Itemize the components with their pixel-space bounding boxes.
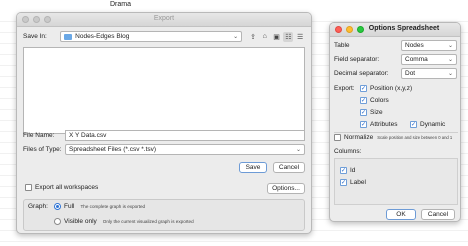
- full-hint: The complete graph is exported: [80, 204, 146, 209]
- ok-button[interactable]: OK: [386, 209, 416, 220]
- attributes-checkbox[interactable]: ✓: [360, 121, 367, 128]
- export-label: Export:: [334, 85, 355, 92]
- table-row: Table Nodes ⌄: [334, 40, 458, 51]
- file-name-row: File Name: X Y Data.csv: [23, 130, 305, 141]
- field-sep-label: Field separator:: [334, 56, 380, 63]
- size-label: Size: [370, 109, 383, 116]
- background-header: Drama: [0, 0, 468, 11]
- save-in-label: Save In:: [23, 33, 47, 40]
- chevron-down-icon: ⌄: [447, 71, 453, 77]
- attributes-label: Attributes: [370, 121, 398, 128]
- chevron-down-icon: ⌄: [447, 57, 453, 63]
- options-title: Options Spreadsheet: [368, 25, 440, 32]
- export-all-checkbox[interactable]: [25, 184, 32, 191]
- graph-group: Graph: Full The complete graph is export…: [23, 199, 305, 231]
- normalize-label: Normalize: [344, 134, 374, 141]
- chevron-down-icon: ⌄: [295, 147, 301, 153]
- list-view-icon[interactable]: ☷: [283, 31, 294, 42]
- export-all-row: Export all workspaces: [25, 184, 98, 191]
- export-title: Export: [153, 15, 175, 22]
- column-item-label: ✓ Label: [340, 179, 366, 186]
- file-name-input[interactable]: X Y Data.csv: [65, 130, 305, 141]
- normalize-checkbox[interactable]: [334, 134, 341, 141]
- column-item-id: ✓ Id: [340, 167, 355, 174]
- col-label-checkbox[interactable]: ✓: [340, 179, 347, 186]
- save-in-value: Nodes-Edges Blog: [75, 33, 130, 40]
- chevron-down-icon: ⌄: [447, 43, 453, 49]
- up-folder-icon[interactable]: ⇪: [248, 32, 258, 42]
- colors-row: ✓ Colors: [360, 97, 389, 104]
- table-value: Nodes: [405, 42, 424, 49]
- details-view-icon[interactable]: ☰: [295, 32, 305, 42]
- col-id-label: Id: [350, 167, 356, 174]
- folder-icon: [64, 33, 73, 40]
- cancel-button[interactable]: Cancel: [273, 162, 305, 173]
- export-titlebar[interactable]: Export: [17, 13, 311, 27]
- file-list[interactable]: [23, 47, 305, 134]
- options-titlebar[interactable]: Options Spreadsheet: [330, 23, 460, 37]
- save-button[interactable]: Save: [239, 162, 267, 173]
- field-sep-select[interactable]: Comma ⌄: [401, 54, 457, 65]
- full-radio[interactable]: [54, 203, 61, 210]
- graph-full-row: Graph: Full The complete graph is export…: [28, 203, 145, 210]
- colors-label: Colors: [370, 97, 389, 104]
- new-folder-icon[interactable]: ▣: [272, 32, 282, 42]
- position-checkbox[interactable]: ✓: [360, 85, 367, 92]
- attributes-row: ✓ Attributes ✓ Dynamic: [360, 121, 445, 128]
- options-cancel-button[interactable]: Cancel: [421, 209, 455, 220]
- columns-header: Columns:: [334, 148, 361, 155]
- decimal-sep-select[interactable]: Dot ⌄: [401, 68, 457, 79]
- full-label: Full: [64, 203, 75, 210]
- columns-list: ✓ Id ✓ Label: [334, 158, 458, 205]
- visible-only-hint: Only the current visualized graph is exp…: [102, 219, 194, 224]
- options-button[interactable]: Options...: [267, 183, 305, 194]
- colors-checkbox[interactable]: ✓: [360, 97, 367, 104]
- export-position-row: Export: ✓ Position (x,y,z): [334, 85, 412, 92]
- graph-label: Graph:: [28, 203, 48, 210]
- files-of-type-value: Spreadsheet Files (*.csv *.tsv): [69, 146, 157, 153]
- home-icon[interactable]: ⌂: [260, 32, 270, 42]
- export-all-label: Export all workspaces: [35, 184, 99, 191]
- table-label: Table: [334, 42, 350, 49]
- col-label-label: Label: [350, 179, 366, 186]
- options-dialog: Options Spreadsheet Table Nodes ⌄ Field …: [329, 22, 461, 222]
- files-of-type-label: Files of Type:: [23, 146, 62, 153]
- normalize-row: Normalize Scale position and size betwee…: [334, 134, 460, 141]
- size-checkbox[interactable]: ✓: [360, 109, 367, 116]
- files-of-type-row: Files of Type: Spreadsheet Files (*.csv …: [23, 144, 305, 155]
- field-sep-value: Comma: [405, 56, 428, 63]
- decimal-sep-row: Decimal separator: Dot ⌄: [334, 68, 458, 79]
- background-label: Drama: [110, 1, 132, 8]
- decimal-sep-label: Decimal separator:: [334, 70, 389, 77]
- export-dialog: Export Save In: Nodes-Edges Blog ⌄ ⇪ ⌂ ▣…: [16, 12, 312, 234]
- size-row: ✓ Size: [360, 109, 383, 116]
- visible-only-row: Visible only Only the current visualized…: [54, 218, 194, 225]
- save-in-row: Save In: Nodes-Edges Blog ⌄ ⇪ ⌂ ▣ ☷ ☰: [23, 31, 305, 42]
- save-in-select[interactable]: Nodes-Edges Blog ⌄: [60, 31, 243, 42]
- col-id-checkbox[interactable]: ✓: [340, 167, 347, 174]
- file-name-label: File Name:: [23, 132, 55, 139]
- field-sep-row: Field separator: Comma ⌄: [334, 54, 458, 65]
- divider: [334, 132, 458, 133]
- visible-only-label: Visible only: [64, 218, 97, 225]
- dynamic-checkbox[interactable]: ✓: [410, 121, 417, 128]
- columns-label: Columns:: [334, 148, 362, 155]
- files-of-type-select[interactable]: Spreadsheet Files (*.csv *.tsv) ⌄: [65, 144, 305, 155]
- chevron-down-icon: ⌄: [233, 34, 239, 40]
- decimal-sep-value: Dot: [405, 70, 416, 77]
- visible-only-radio[interactable]: [54, 218, 61, 225]
- dynamic-label: Dynamic: [420, 121, 446, 128]
- table-select[interactable]: Nodes ⌄: [401, 40, 457, 51]
- position-label: Position (x,y,z): [370, 85, 413, 92]
- normalize-hint: Scale position and size between 0 and 1: [377, 135, 453, 140]
